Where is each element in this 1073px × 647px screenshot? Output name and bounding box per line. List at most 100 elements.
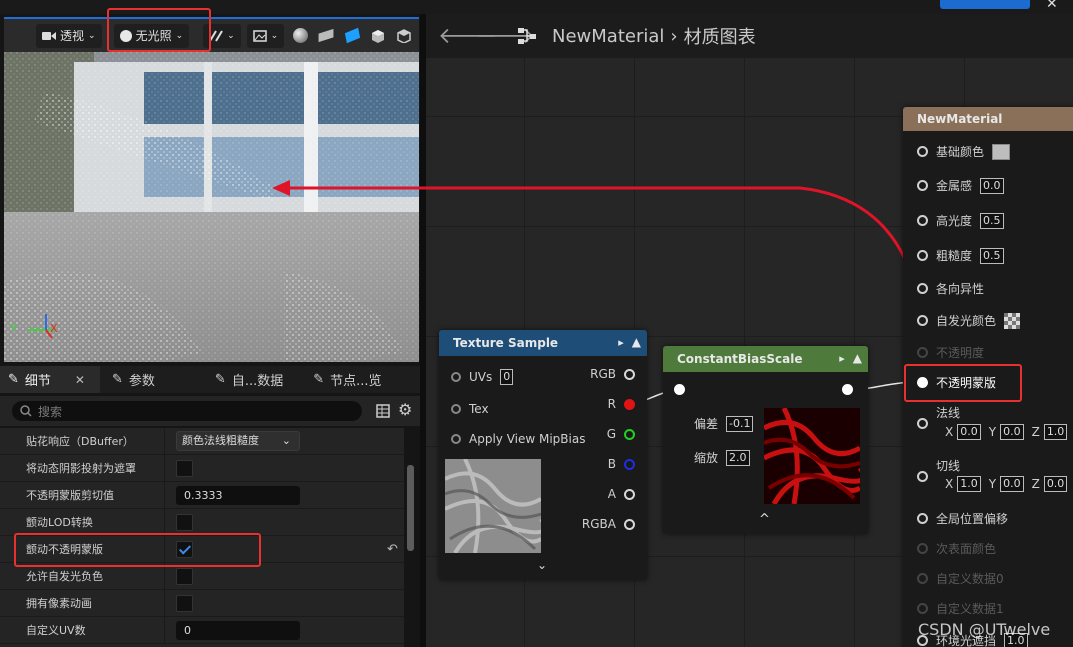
input-pin[interactable] <box>917 146 928 157</box>
preview-toggle-icon[interactable]: ▸ <box>839 352 845 365</box>
collapse-icon[interactable]: ▲ <box>853 351 862 365</box>
result-pin-metallic[interactable]: 金属感 0.0 <box>917 177 1004 194</box>
texture-sample-node[interactable]: Texture Sample ▸ ▲ UVs 0 Tex Apply View M… <box>439 330 647 580</box>
roughness-value[interactable]: 0.5 <box>980 247 1004 264</box>
output-pin-b[interactable] <box>624 458 635 470</box>
input-pin[interactable] <box>451 434 461 444</box>
reset-to-default-icon[interactable]: ↶ <box>387 542 398 557</box>
preview-settings-button[interactable]: ⌄ <box>246 23 285 48</box>
output-pin-rgba[interactable] <box>624 518 635 530</box>
bias-input-pin[interactable] <box>674 384 685 395</box>
input-uvs[interactable]: UVs 0 <box>451 369 514 385</box>
negative-emissive-checkbox[interactable] <box>176 567 193 585</box>
input-pin[interactable] <box>917 543 928 554</box>
normal-input-pin[interactable] <box>917 418 928 429</box>
bias-output-pin[interactable] <box>842 384 853 395</box>
texture-sample-header[interactable]: Texture Sample ▸ ▲ <box>439 330 647 356</box>
uvs-value[interactable]: 0 <box>500 369 514 385</box>
tangent-y[interactable]: 0.0 <box>1000 476 1024 492</box>
dither-lod-checkbox[interactable] <box>176 513 193 531</box>
output-pin-rgb[interactable] <box>624 368 635 380</box>
forward-arrow-icon[interactable]: 🡒 <box>476 23 535 49</box>
result-pin-base-color[interactable]: 基础颜色 <box>917 143 1011 160</box>
table-view-icon[interactable] <box>376 404 390 418</box>
base-color-swatch[interactable] <box>992 143 1011 160</box>
input-mip-bias[interactable]: Apply View MipBias <box>451 432 585 446</box>
input-pin[interactable] <box>451 372 461 382</box>
specular-value[interactable]: 0.5 <box>980 212 1004 229</box>
tangent-z[interactable]: 0.0 <box>1043 476 1068 492</box>
pixel-animation-checkbox[interactable] <box>176 594 193 612</box>
expand-chevron-icon[interactable]: ⌄ <box>537 558 547 572</box>
constant-bias-scale-header[interactable]: ConstantBiasScale ▸ ▲ <box>663 346 868 372</box>
normal-z[interactable]: 1.0 <box>1043 424 1068 440</box>
input-pin[interactable] <box>917 573 928 584</box>
result-pin-custom-data-1[interactable]: 自定义数据1 <box>917 600 1004 617</box>
decal-response-dropdown[interactable]: 颜色法线粗糙度 ⌄ <box>176 431 300 451</box>
input-pin[interactable] <box>917 315 928 326</box>
metallic-value[interactable]: 0.0 <box>980 177 1004 194</box>
tangent-x[interactable]: 1.0 <box>957 476 981 492</box>
result-pin-world-position-offset[interactable]: 全局位置偏移 <box>917 510 1008 527</box>
output-r[interactable]: R <box>608 397 635 411</box>
tab-parameters[interactable]: ✎ 参数 <box>104 366 163 393</box>
result-pin-subsurface[interactable]: 次表面颜色 <box>917 540 996 557</box>
material-preview-viewport[interactable]: 透视 ⌄ 无光照 ⌄ ⌄ ⌄ Y X <box>4 17 419 362</box>
window-close-icon[interactable]: ✕ <box>1046 0 1058 12</box>
preview-mesh-icon[interactable] <box>394 26 414 46</box>
tab-node-overview[interactable]: ✎ 节点...览 <box>305 366 389 393</box>
preview-toggle-icon[interactable]: ▸ <box>618 336 624 349</box>
preview-cube-icon[interactable] <box>368 26 388 46</box>
collapse-chevron-icon[interactable]: ^ <box>759 512 770 527</box>
output-g[interactable]: G <box>607 427 635 441</box>
scale-value[interactable]: 2.0 <box>726 449 750 466</box>
tangent-input-pin[interactable] <box>917 471 928 482</box>
collapse-icon[interactable]: ▲ <box>632 335 641 349</box>
result-pin-specular[interactable]: 高光度 0.5 <box>917 212 1004 229</box>
output-rgba[interactable]: RGBA <box>582 517 635 531</box>
input-pin[interactable] <box>917 250 928 261</box>
tab-custom-data[interactable]: ✎ 自...数据 <box>207 366 291 393</box>
material-result-header[interactable]: NewMaterial <box>903 107 1073 131</box>
result-pin-opacity[interactable]: 不透明度 <box>917 344 984 361</box>
custom-uvs-field[interactable]: 0 <box>176 620 300 640</box>
close-icon[interactable]: ✕ <box>75 373 85 387</box>
result-pin-custom-data-0[interactable]: 自定义数据0 <box>917 570 1004 587</box>
input-tex[interactable]: Tex <box>451 402 489 416</box>
result-pin-emissive[interactable]: 自发光颜色 <box>917 312 1021 329</box>
preview-scene[interactable]: Y X <box>4 52 419 362</box>
preview-sphere-icon[interactable] <box>290 26 310 46</box>
normal-y[interactable]: 0.0 <box>1000 424 1024 440</box>
preview-cylinder-icon[interactable] <box>342 26 362 46</box>
back-arrow-icon[interactable]: 🡐 <box>438 23 497 49</box>
result-pin-roughness[interactable]: 粗糙度 0.5 <box>917 247 1004 264</box>
output-pin-r[interactable] <box>624 398 635 410</box>
output-a[interactable]: A <box>608 487 635 501</box>
search-input[interactable]: 搜索 <box>12 401 362 421</box>
preview-plane-icon[interactable] <box>316 26 336 46</box>
checker-swatch[interactable] <box>1004 312 1021 329</box>
constant-bias-scale-node[interactable]: ConstantBiasScale ▸ ▲ 偏差 -0.1 缩放 2.0 ^ <box>663 346 868 534</box>
output-rgb[interactable]: RGB <box>590 367 635 381</box>
gear-icon[interactable]: ⚙ <box>398 400 412 419</box>
input-pin[interactable] <box>917 513 928 524</box>
view-mode-button[interactable]: 透视 ⌄ <box>36 23 102 48</box>
input-pin[interactable] <box>917 603 928 614</box>
top-tab-strip[interactable] <box>940 0 1030 9</box>
input-pin[interactable] <box>917 215 928 226</box>
normal-x[interactable]: 0.0 <box>957 424 981 440</box>
input-pin[interactable] <box>451 404 461 414</box>
details-scrollbar[interactable] <box>407 465 414 551</box>
opacity-clip-field[interactable]: 0.3333 <box>176 485 300 505</box>
input-pin[interactable] <box>917 283 928 294</box>
result-pin-anisotropy[interactable]: 各向异性 <box>917 280 984 297</box>
input-pin[interactable] <box>917 347 928 358</box>
output-pin-a[interactable] <box>624 488 635 500</box>
breadcrumb-material[interactable]: NewMaterial <box>552 26 664 47</box>
output-pin-g[interactable] <box>624 428 635 440</box>
output-b[interactable]: B <box>608 457 635 471</box>
tab-details[interactable]: ✎ 细节 ✕ <box>0 366 100 393</box>
shadow-mask-checkbox[interactable] <box>176 459 193 477</box>
input-pin[interactable] <box>917 180 928 191</box>
bias-value[interactable]: -0.1 <box>726 415 754 432</box>
